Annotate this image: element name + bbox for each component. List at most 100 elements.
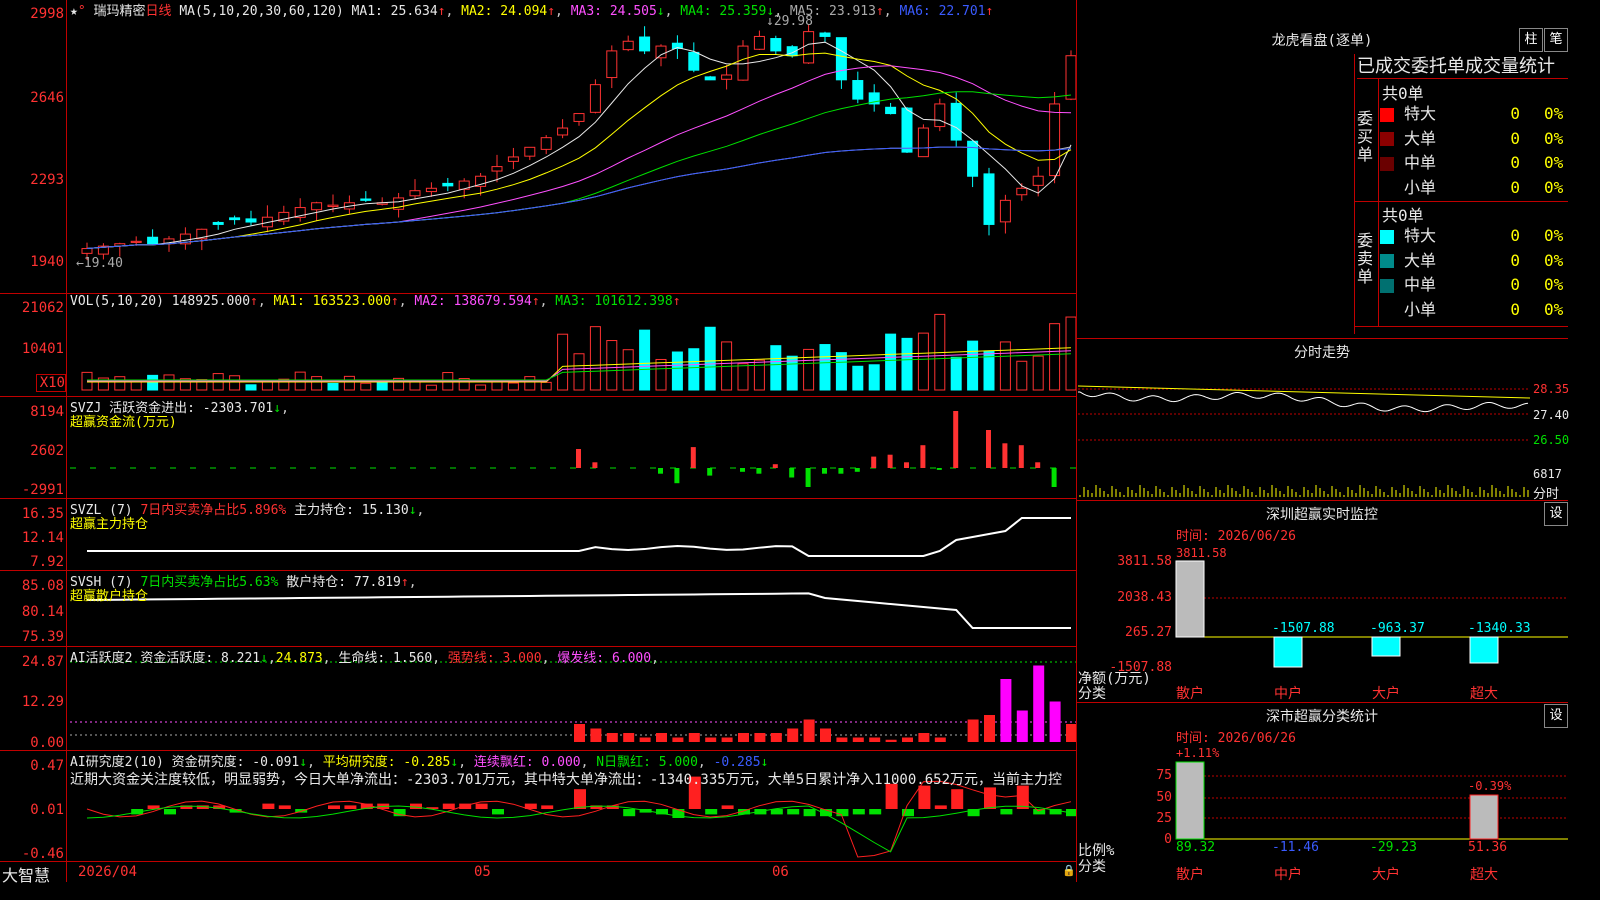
candle-body xyxy=(1065,55,1076,100)
activity-bar xyxy=(590,728,602,742)
candle-body xyxy=(540,137,552,150)
sz-settings-button[interactable]: 设 xyxy=(1544,502,1568,526)
panel-divider xyxy=(1076,500,1568,501)
sz-bar xyxy=(1175,560,1205,638)
ai-research-avg: 平均研究度: -0.285 xyxy=(322,755,451,770)
candle-body xyxy=(491,166,503,172)
volume-bar xyxy=(901,337,913,391)
sc-axis-tick: 50 xyxy=(1156,790,1172,805)
sz-time: 时间: 2026/06/26 xyxy=(1176,529,1296,544)
candle-body xyxy=(589,84,601,113)
fund-flow-bar xyxy=(1035,462,1041,468)
axis-divider xyxy=(66,0,67,882)
candle-body xyxy=(606,50,618,79)
volume-bar xyxy=(589,326,601,391)
activity-bar xyxy=(967,719,979,742)
chart-header: ★° 瑞玛精密日线 MA(5,10,20,30,60,120) MA1: 25.… xyxy=(70,4,994,19)
vol-title: VOL(5,10,20) xyxy=(70,294,164,309)
order-row: 大单 0 0% xyxy=(1380,249,1570,273)
candle-body xyxy=(917,127,929,158)
order-count: 0 xyxy=(1510,153,1520,172)
candle-body xyxy=(573,113,585,122)
research-bar xyxy=(984,787,996,809)
color-swatch-icon xyxy=(1380,303,1394,317)
ai-research-header: AI研究度2(10) 资金研究度: -0.091↓, 平均研究度: -0.285… xyxy=(70,755,769,770)
pen-mode-button[interactable]: 笔 xyxy=(1544,28,1568,52)
lhb-title: 龙虎看盘(逐单) xyxy=(1271,33,1373,49)
order-row: 中单 0 0% xyxy=(1380,273,1570,297)
research-bar xyxy=(1033,809,1046,815)
candle-body xyxy=(835,37,847,81)
volume-bar xyxy=(852,365,864,391)
sz-cat-tick: 散户 xyxy=(1176,686,1204,702)
candle-body xyxy=(1049,103,1061,177)
activity-bar xyxy=(738,733,749,742)
activity-bar xyxy=(721,737,733,742)
svsh-axis-tick: 75.39 xyxy=(21,629,64,645)
order-size-label: 中单 xyxy=(1404,275,1437,294)
order-row: 小单 0 0% xyxy=(1380,176,1570,200)
volume-bar xyxy=(835,352,847,391)
bar-mode-button[interactable]: 柱 xyxy=(1519,28,1543,52)
fund-flow-bar xyxy=(592,462,598,468)
ai-continuous-red: 连续飘红: 0.000 xyxy=(473,755,581,770)
stock-name[interactable]: 瑞玛精密 xyxy=(93,4,145,19)
sc-bar xyxy=(1175,761,1205,840)
candle-body xyxy=(885,106,897,115)
buy-order-label: 委买单 xyxy=(1357,109,1374,164)
candle-body xyxy=(901,107,913,153)
panel-divider xyxy=(1076,0,1077,882)
price-axis-tick: 1940 xyxy=(30,254,64,270)
research-bar xyxy=(1000,809,1013,815)
volume-bar xyxy=(507,382,519,391)
svsh-axis-tick: 80.14 xyxy=(21,604,64,620)
ai-research-value: 资金研究度: -0.091 xyxy=(171,755,300,770)
ma1-value: MA1: 25.634 xyxy=(351,4,438,19)
period-label[interactable]: 日线 xyxy=(146,4,172,19)
research-bar xyxy=(278,805,291,809)
fund-flow-bar xyxy=(658,468,663,474)
candle-body xyxy=(1032,175,1044,186)
candle-body xyxy=(803,31,815,64)
sc-settings-button[interactable]: 设 xyxy=(1544,704,1568,728)
research-bar xyxy=(492,809,504,815)
volume-bar xyxy=(343,375,355,391)
volume-bar xyxy=(425,384,437,391)
intraday-avg-line xyxy=(1077,385,1531,399)
order-size-label: 大单 xyxy=(1404,250,1437,270)
research-bar xyxy=(164,809,176,815)
fund-flow-bar xyxy=(772,464,778,468)
order-size-label: 特大 xyxy=(1404,104,1437,123)
order-count: 0 xyxy=(1510,128,1520,148)
research-bar xyxy=(410,803,422,809)
sz-value-label: 3811.58 xyxy=(1176,546,1227,560)
ob-divider xyxy=(1378,78,1379,326)
candle-body xyxy=(507,156,519,162)
activity-bar xyxy=(869,737,881,742)
research-bar xyxy=(705,809,718,815)
research-bar xyxy=(442,803,455,809)
intraday-axis-tick: 27.40 xyxy=(1533,408,1570,422)
lock-icon[interactable]: 🔒 xyxy=(1062,864,1076,877)
vol-axis-tick: 10401 xyxy=(21,341,64,357)
order-count: 0 xyxy=(1510,226,1520,245)
candle-body xyxy=(704,76,716,81)
intraday-title[interactable]: 分时走势 xyxy=(1076,342,1568,362)
order-pct: 0% xyxy=(1544,177,1564,197)
star-icon[interactable]: ★ xyxy=(70,4,78,19)
volume-bar xyxy=(639,329,651,391)
panel-divider xyxy=(1076,702,1568,703)
sc-top-label: -0.39% xyxy=(1468,779,1512,793)
research-bar xyxy=(1016,785,1029,809)
order-pct: 0% xyxy=(1544,275,1564,294)
fund-flow-bar xyxy=(1051,468,1057,487)
candle-body xyxy=(245,218,257,223)
candle-body xyxy=(1016,187,1028,196)
activity-bar xyxy=(885,739,897,742)
sc-stats-title: 深市超赢分类统计 xyxy=(1266,709,1378,725)
candle-body xyxy=(639,36,651,52)
ai-activity-value: 资金活跃度: 8.221 xyxy=(140,651,261,666)
sc-value-label: 89.32 xyxy=(1176,840,1216,855)
retail-position-line xyxy=(86,592,1071,629)
order-row: 大单 0 0% xyxy=(1380,127,1570,151)
